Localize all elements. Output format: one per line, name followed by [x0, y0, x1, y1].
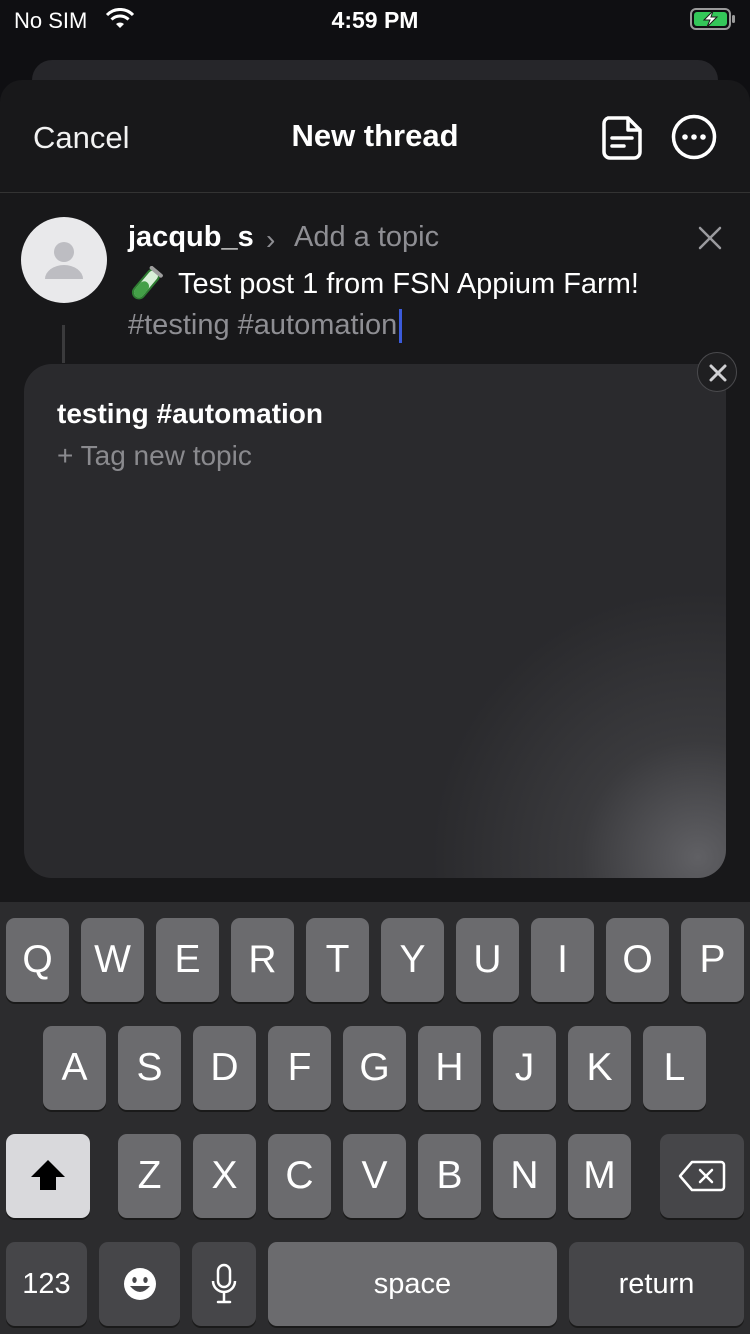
- post-text-line[interactable]: Test post 1 from FSN Appium Farm!: [128, 266, 639, 302]
- key-t[interactable]: T: [306, 918, 369, 1002]
- microphone-icon: [211, 1263, 237, 1304]
- key-l[interactable]: L: [643, 1026, 706, 1110]
- topic-suggestion-item[interactable]: testing #automation: [57, 398, 323, 430]
- text-cursor: [399, 309, 403, 344]
- key-m[interactable]: M: [568, 1134, 631, 1218]
- status-bar: No SIM 4:59 PM: [0, 0, 750, 44]
- hashtag-text: #testing #automation: [128, 309, 398, 341]
- key-v[interactable]: V: [343, 1134, 406, 1218]
- key-d[interactable]: D: [193, 1026, 256, 1110]
- drafts-icon[interactable]: [598, 114, 646, 162]
- keyboard: Q W E R T Y U I O P A S D F G H J K L Z …: [0, 902, 750, 1334]
- key-b[interactable]: B: [418, 1134, 481, 1218]
- backspace-key[interactable]: [660, 1134, 744, 1218]
- status-time: 4:59 PM: [331, 7, 419, 33]
- key-p[interactable]: P: [681, 918, 744, 1002]
- key-q[interactable]: Q: [6, 918, 69, 1002]
- numbers-key[interactable]: 123: [6, 1242, 87, 1326]
- emoji-key[interactable]: [99, 1242, 180, 1326]
- key-f[interactable]: F: [268, 1026, 331, 1110]
- key-r[interactable]: R: [231, 918, 294, 1002]
- key-h[interactable]: H: [418, 1026, 481, 1110]
- dictation-key[interactable]: [192, 1242, 256, 1326]
- avatar[interactable]: [21, 217, 107, 303]
- chevron-right-icon: ›: [266, 224, 276, 255]
- key-c[interactable]: C: [268, 1134, 331, 1218]
- thread-line: [62, 325, 65, 363]
- key-k[interactable]: K: [568, 1026, 631, 1110]
- username: jacqub_s: [128, 221, 254, 253]
- default-user-icon: [45, 242, 83, 279]
- shift-key[interactable]: [6, 1134, 90, 1218]
- add-topic-input[interactable]: Add a topic: [294, 221, 439, 254]
- close-icon[interactable]: [696, 224, 724, 252]
- key-s[interactable]: S: [118, 1026, 181, 1110]
- key-o[interactable]: O: [606, 918, 669, 1002]
- backspace-icon: [678, 1160, 726, 1192]
- topic-suggestion-popover: testing #automation + Tag new topic: [24, 364, 726, 878]
- key-i[interactable]: I: [531, 918, 594, 1002]
- key-e[interactable]: E: [156, 918, 219, 1002]
- post-hashtags[interactable]: #testing #automation: [128, 309, 403, 344]
- return-key[interactable]: return: [569, 1242, 744, 1326]
- key-x[interactable]: X: [193, 1134, 256, 1218]
- more-options-icon[interactable]: [671, 114, 717, 160]
- key-n[interactable]: N: [493, 1134, 556, 1218]
- return-key-label: return: [618, 1267, 695, 1300]
- test-tube-icon: [131, 266, 163, 300]
- battery-charging-icon: [690, 8, 735, 30]
- key-u[interactable]: U: [456, 918, 519, 1002]
- key-a[interactable]: A: [43, 1026, 106, 1110]
- shift-icon: [31, 1160, 65, 1190]
- key-g[interactable]: G: [343, 1026, 406, 1110]
- numbers-key-label: 123: [22, 1267, 71, 1300]
- key-y[interactable]: Y: [381, 918, 444, 1002]
- space-key[interactable]: space: [268, 1242, 557, 1326]
- close-icon: [709, 364, 727, 382]
- key-j[interactable]: J: [493, 1026, 556, 1110]
- key-z[interactable]: Z: [118, 1134, 181, 1218]
- space-key-label: space: [373, 1267, 452, 1300]
- emoji-icon: [123, 1268, 156, 1300]
- dismiss-popover-button[interactable]: [697, 352, 737, 392]
- tag-new-topic-button[interactable]: + Tag new topic: [57, 440, 252, 472]
- post-text: Test post 1 from FSN Appium Farm!: [178, 267, 639, 300]
- key-w[interactable]: W: [81, 918, 144, 1002]
